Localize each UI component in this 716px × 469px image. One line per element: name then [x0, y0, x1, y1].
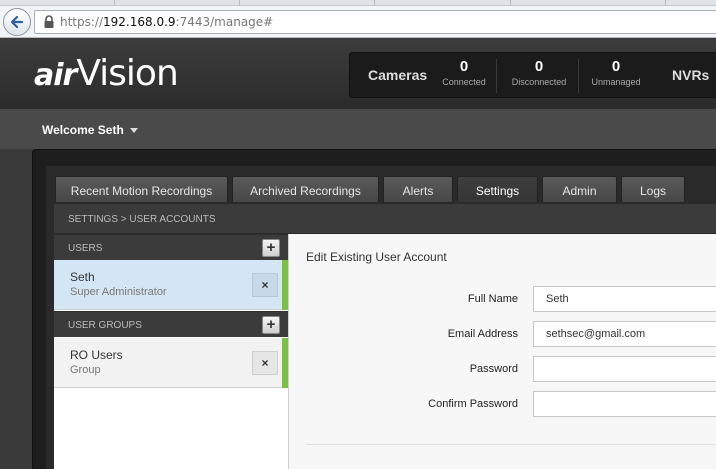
- connected-stat: 0 Connected: [438, 58, 490, 88]
- tab-recent-motion-recordings[interactable]: Recent Motion Recordings: [55, 176, 228, 202]
- group-type: Group: [70, 364, 101, 376]
- disconnected-count: 0: [534, 58, 544, 75]
- app-header: airVision Cameras 0 Connected 0 Disconne…: [0, 39, 716, 109]
- airvision-logo: airVision: [34, 53, 179, 94]
- user-role: Super Administrator: [70, 286, 167, 298]
- disconnected-stat: 0 Disconnected: [506, 58, 572, 88]
- browser-toolbar: https://192.168.0.9:7443/manage#: [0, 6, 716, 38]
- url-host: 192.168.0.9: [103, 15, 176, 29]
- user-name: Seth: [70, 270, 95, 284]
- full-name-label: Full Name: [467, 293, 518, 305]
- disconnected-label: Disconnected: [511, 77, 567, 87]
- connected-label: Connected: [442, 77, 486, 87]
- unmanaged-count: 0: [611, 58, 621, 75]
- stat-divider: [496, 59, 497, 93]
- tab-admin[interactable]: Admin: [542, 176, 617, 202]
- logo-air: air: [34, 58, 77, 93]
- breadcrumb: SETTINGS > USER ACCOUNTS: [68, 214, 216, 225]
- status-summary: Cameras 0 Connected 0 Disconnected 0 Unm…: [349, 52, 716, 98]
- users-section-header: USERS +: [54, 234, 288, 260]
- edit-user-form: Edit Existing User Account Full Name Set…: [288, 234, 716, 469]
- email-field[interactable]: sethsec@gmail.com: [533, 321, 716, 347]
- welcome-user-menu[interactable]: Welcome Seth: [42, 123, 124, 137]
- group-item-ro-users[interactable]: RO Users Group ×: [54, 338, 288, 388]
- group-name: RO Users: [70, 348, 123, 362]
- back-arrow-icon: [10, 15, 24, 29]
- back-button[interactable]: [3, 8, 31, 36]
- users-section-title: USERS: [68, 243, 103, 254]
- tab-alerts[interactable]: Alerts: [383, 176, 453, 202]
- caret-down-icon[interactable]: [130, 128, 138, 133]
- breadcrumb-bar: SETTINGS > USER ACCOUNTS: [54, 204, 716, 234]
- unmanaged-label: Unmanaged: [591, 77, 641, 87]
- add-group-button[interactable]: +: [262, 316, 280, 334]
- user-groups-section-title: USER GROUPS: [68, 320, 142, 331]
- confirm-password-field[interactable]: [533, 391, 716, 417]
- full-name-field[interactable]: Seth: [533, 286, 716, 312]
- user-list-panel: USERS + Seth Super Administrator × USER …: [54, 234, 288, 469]
- url-text: https://192.168.0.9:7443/manage#: [60, 15, 273, 29]
- user-groups-section-header: USER GROUPS +: [54, 311, 288, 337]
- form-title: Edit Existing User Account: [306, 250, 447, 264]
- connected-count: 0: [459, 58, 469, 75]
- lock-icon: [44, 15, 54, 28]
- email-label: Email Address: [447, 328, 518, 340]
- password-field[interactable]: [533, 356, 716, 382]
- url-path: :7443/manage#: [175, 15, 274, 29]
- password-label: Password: [469, 363, 518, 375]
- welcome-bar: Welcome Seth: [0, 109, 716, 149]
- add-user-button[interactable]: +: [262, 239, 280, 257]
- logo-vision: Vision: [76, 53, 178, 94]
- cameras-label: Cameras: [368, 67, 428, 83]
- form-divider: [306, 444, 716, 445]
- unmanaged-stat: 0 Unmanaged: [586, 58, 646, 88]
- tab-logs[interactable]: Logs: [621, 176, 685, 202]
- nvrs-label: NVRs: [672, 67, 710, 83]
- confirm-password-label: Confirm Password: [428, 398, 518, 410]
- remove-user-button[interactable]: ×: [252, 273, 278, 297]
- address-bar[interactable]: https://192.168.0.9:7443/manage#: [34, 10, 716, 34]
- stat-divider: [578, 59, 579, 93]
- user-item-seth[interactable]: Seth Super Administrator ×: [54, 260, 288, 310]
- tab-settings[interactable]: Settings: [457, 176, 538, 202]
- remove-group-button[interactable]: ×: [252, 351, 278, 375]
- tab-archived-recordings[interactable]: Archived Recordings: [232, 176, 379, 202]
- url-scheme: https://: [60, 15, 104, 29]
